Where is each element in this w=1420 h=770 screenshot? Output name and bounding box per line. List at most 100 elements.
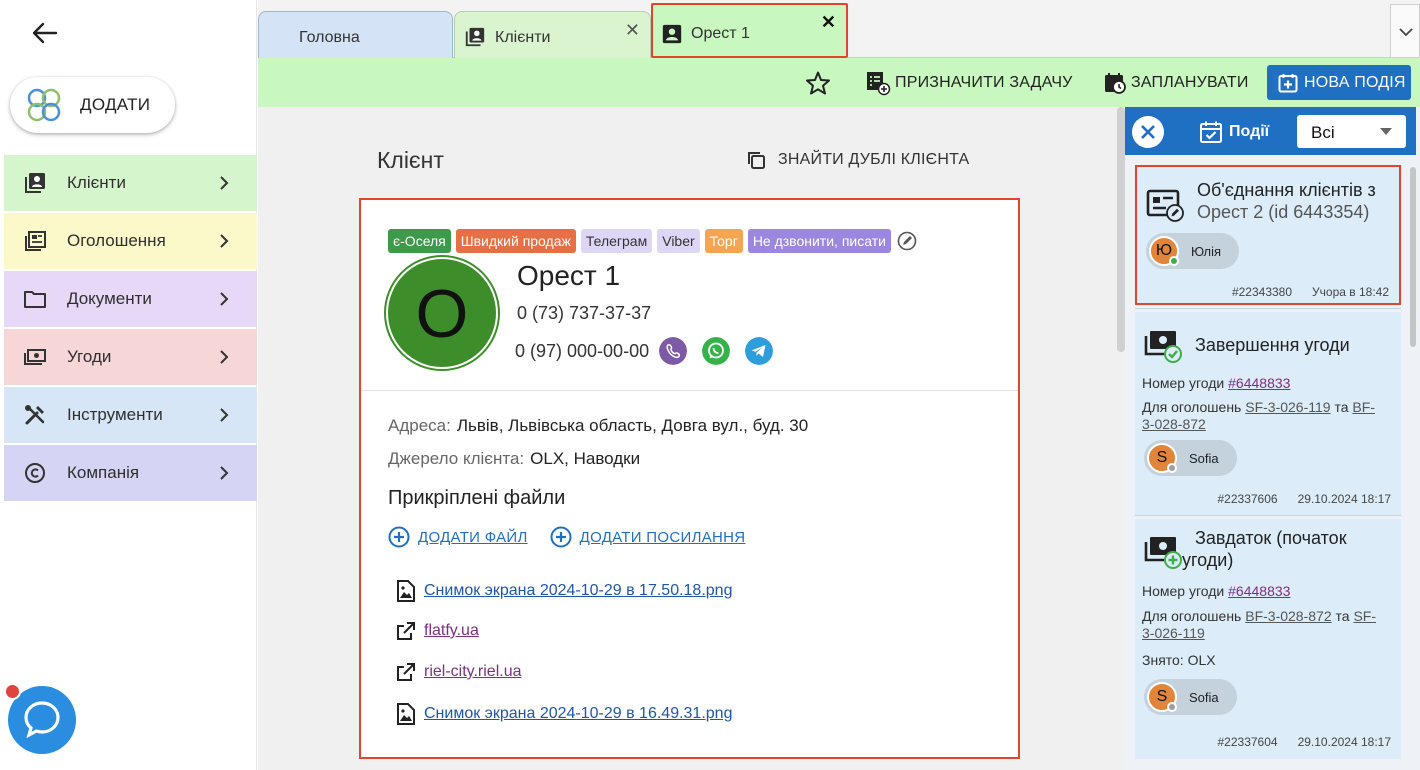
money-icon — [24, 349, 46, 365]
avatar: Ю — [1149, 236, 1179, 266]
tag[interactable]: є-Оселя — [388, 229, 451, 253]
file-actions: ДОДАТИ ФАЙЛ ДОДАТИ ПОСИЛАННЯ — [388, 526, 767, 548]
events-filter-select[interactable]: Всі — [1297, 115, 1406, 148]
close-icon[interactable]: ✕ — [821, 12, 836, 33]
add-link-button[interactable]: ДОДАТИ ПОСИЛАННЯ — [550, 526, 746, 548]
event-removed-line: Знято: OLX — [1142, 652, 1216, 668]
merge-icon — [1146, 189, 1184, 222]
file-item[interactable]: Снимок экрана 2024-10-29 в 16.49.31.png — [396, 703, 732, 725]
viber-icon[interactable] — [659, 337, 688, 365]
assign-task-button[interactable]: ПРИЗНАЧИТИ ЗАДАЧУ — [865, 69, 1073, 97]
star-icon[interactable] — [805, 70, 831, 96]
sidebar-nav: Клієнти Оголошення Документи Угоди Інстр… — [4, 155, 257, 503]
back-button[interactable] — [28, 16, 62, 50]
tag[interactable]: Viber — [657, 229, 700, 253]
sidebar-item-company[interactable]: Компанія — [4, 445, 257, 501]
tag[interactable]: Торг — [704, 229, 743, 253]
logo-icon — [27, 88, 61, 122]
deal-link[interactable]: #6448833 — [1228, 583, 1290, 599]
add-file-button[interactable]: ДОДАТИ ФАЙЛ — [388, 526, 528, 548]
file-item[interactable]: riel-city.riel.ua — [396, 662, 522, 682]
tab-label: Головна — [299, 29, 360, 46]
add-button-label: ДОДАТИ — [80, 95, 151, 114]
chevron-down-icon — [1399, 28, 1413, 37]
calendar-clock-icon — [1105, 73, 1126, 94]
tag[interactable]: Швидкий продаж — [455, 229, 576, 253]
main-scrollbar[interactable] — [1117, 107, 1125, 352]
client-icon — [662, 24, 682, 44]
file-item[interactable]: Снимок экрана 2024-10-29 в 17.50.18.png — [396, 580, 732, 602]
event-deal-line: Номер угоди #6448833 — [1142, 375, 1290, 392]
tab-client-active[interactable]: Орест 1 ✕ — [651, 3, 848, 58]
event-card[interactable]: Завдаток (початок угоди) Номер угоди #64… — [1135, 519, 1401, 759]
status-dot — [1167, 463, 1177, 473]
ad-link[interactable]: BF- — [1352, 399, 1375, 415]
client-phone-secondary[interactable]: 0 (97) 000-00-00 — [515, 341, 649, 362]
file-link[interactable]: riel-city.riel.ua — [424, 663, 522, 681]
close-events-button[interactable] — [1132, 116, 1164, 148]
event-meta: #22337604 29.10.2024 18:17 — [1218, 735, 1392, 749]
event-user[interactable]: Ю Юлія — [1146, 233, 1240, 269]
sidebar-item-tools[interactable]: Інструменти — [4, 387, 257, 443]
chat-icon — [24, 701, 60, 738]
ad-link[interactable]: 3-026-119 — [1142, 625, 1205, 641]
telegram-icon[interactable] — [745, 337, 774, 365]
sidebar-item-deals[interactable]: Угоди — [4, 329, 257, 385]
ads-icon — [25, 231, 46, 251]
event-meta: #22343380 Учора в 18:42 — [1232, 285, 1389, 299]
tab-clients[interactable]: Клієнти ✕ — [454, 11, 651, 58]
file-link[interactable]: Снимок экрана 2024-10-29 в 16.49.31.png — [424, 705, 732, 723]
find-duplicates-button[interactable]: ЗНАЙТИ ДУБЛІ КЛІЄНТА — [746, 150, 969, 170]
client-card: є-Оселя Швидкий продаж Телеграм Viber То… — [359, 198, 1020, 759]
ad-link[interactable]: BF-3-028-872 — [1245, 608, 1331, 624]
deal-done-icon — [1144, 331, 1182, 363]
avatar-initial: S — [1156, 449, 1168, 466]
schedule-button[interactable]: ЗАПЛАНУВАТИ — [1103, 69, 1249, 97]
deal-link[interactable]: #6448833 — [1228, 375, 1290, 391]
sidebar-item-clients[interactable]: Клієнти — [4, 155, 257, 211]
ad-link[interactable]: 3-028-872 — [1142, 416, 1206, 432]
chat-notification-dot — [4, 683, 21, 700]
ad-link[interactable]: SF- — [1353, 608, 1376, 624]
event-meta: #22337606 29.10.2024 18:17 — [1218, 492, 1392, 506]
chevron-right-icon — [220, 292, 229, 306]
sidebar-item-documents[interactable]: Документи — [4, 271, 257, 327]
event-user[interactable]: S Sofia — [1144, 679, 1237, 715]
event-card[interactable]: Об'єднання клієнтів з Орест 2 (id 644335… — [1135, 165, 1401, 305]
add-button[interactable]: ДОДАТИ — [10, 77, 175, 133]
sidebar-item-label: Клієнти — [67, 173, 126, 192]
file-link[interactable]: Снимок экрана 2024-10-29 в 17.50.18.png — [424, 582, 732, 600]
close-icon[interactable]: ✕ — [625, 20, 640, 41]
tabs-overflow-dropdown[interactable] — [1390, 4, 1420, 58]
tag[interactable]: Не дзвонити, писати — [747, 229, 891, 253]
and-word: та — [1335, 608, 1350, 624]
deal-deposit-icon — [1144, 537, 1182, 569]
event-card[interactable]: Завершення угоди Номер угоди #6448833 Дл… — [1135, 312, 1401, 516]
file-link[interactable]: flatfy.ua — [424, 622, 479, 640]
event-user[interactable]: S Sofia — [1144, 440, 1237, 476]
events-scrollbar[interactable] — [1410, 167, 1416, 347]
tag[interactable]: Телеграм — [580, 229, 653, 253]
avatar: S — [1147, 682, 1177, 712]
tools-icon — [25, 405, 45, 425]
event-title: Завершення угоди — [1195, 335, 1350, 355]
folder-icon — [24, 291, 46, 308]
edit-icon[interactable] — [896, 230, 918, 252]
add-link-label: ДОДАТИ ПОСИЛАННЯ — [579, 528, 746, 546]
file-item[interactable]: flatfy.ua — [396, 621, 479, 641]
sidebar-item-label: Оголошення — [67, 231, 166, 250]
whatsapp-icon[interactable] — [702, 337, 731, 365]
add-circle-icon — [388, 526, 410, 548]
sidebar-item-ads[interactable]: Оголошення — [4, 213, 257, 269]
events-title-label: Події — [1229, 123, 1270, 140]
new-event-button[interactable]: НОВА ПОДІЯ — [1267, 65, 1411, 100]
close-icon — [1141, 125, 1155, 139]
tab-main[interactable]: Головна — [258, 11, 453, 58]
sidebar-item-label: Документи — [67, 289, 152, 308]
avatar-initial: S — [1156, 688, 1168, 705]
copy-icon — [748, 152, 765, 169]
deal-label: Номер угоди — [1142, 583, 1225, 599]
source-value: OLX, Наводки — [530, 449, 641, 468]
ad-link[interactable]: SF-3-026-119 — [1245, 399, 1330, 415]
client-phone-primary[interactable]: 0 (73) 737-37-37 — [517, 303, 651, 324]
